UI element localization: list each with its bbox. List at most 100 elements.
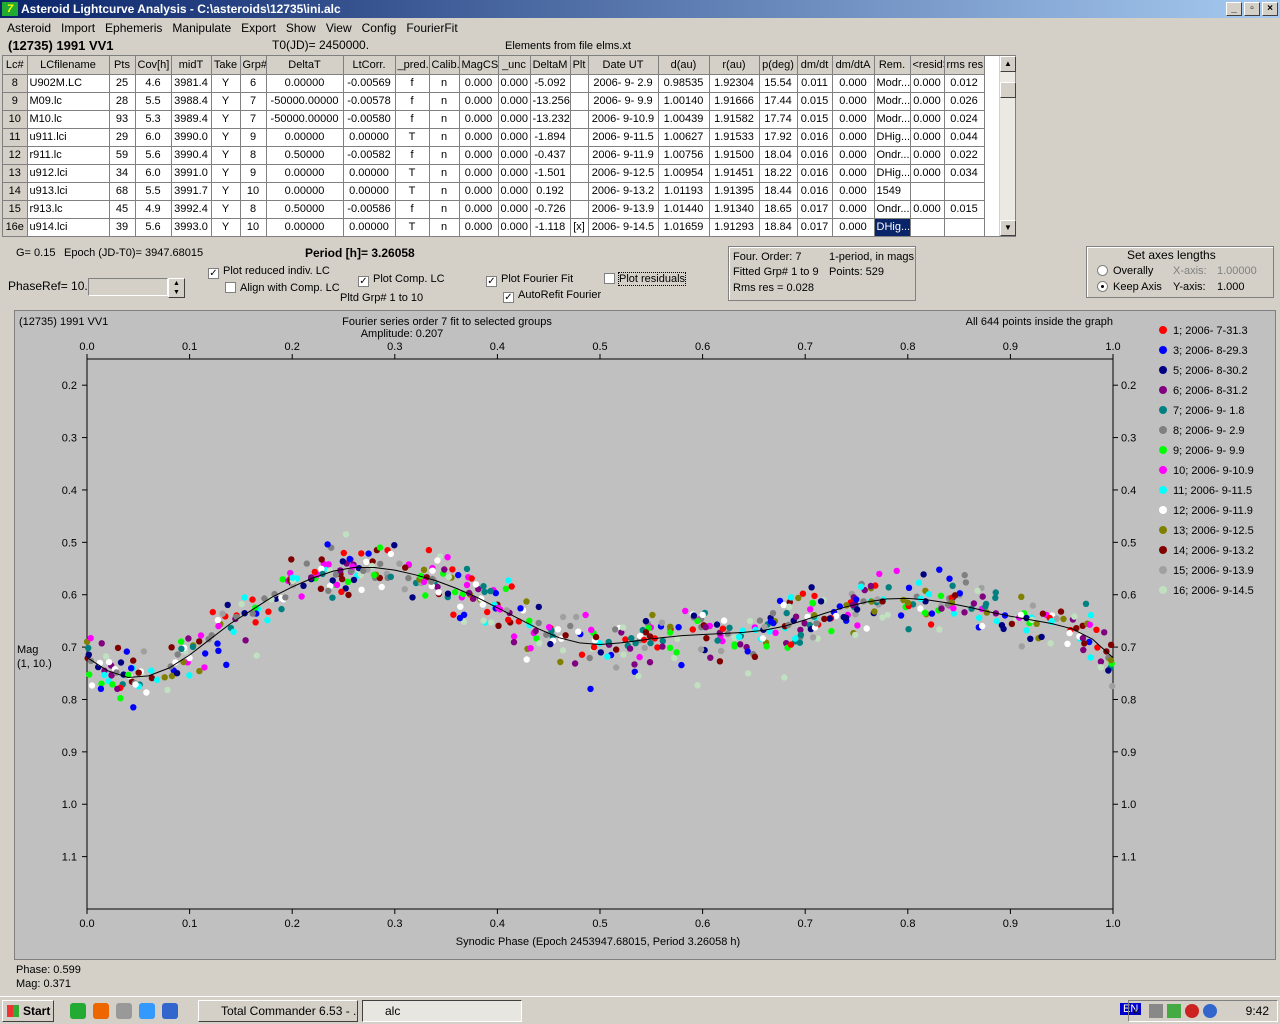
table-cell[interactable]: 3993.0 bbox=[171, 218, 212, 237]
table-cell[interactable]: 0.015 bbox=[797, 110, 833, 129]
y-axis-input[interactable]: 1.000 bbox=[1217, 281, 1245, 293]
table-cell[interactable]: 0.000 bbox=[459, 92, 499, 111]
table-cell[interactable]: Y bbox=[211, 164, 241, 183]
table-cell[interactable]: 0.000 bbox=[832, 92, 875, 111]
table-cell[interactable] bbox=[570, 146, 589, 165]
scroll-down-icon[interactable]: ▼ bbox=[1000, 220, 1016, 236]
firefox-icon[interactable] bbox=[93, 1003, 109, 1019]
table-cell[interactable]: 2006- 9- 9.9 bbox=[588, 92, 659, 111]
table-cell[interactable]: 25 bbox=[109, 74, 136, 93]
table-cell[interactable]: 0.000 bbox=[498, 92, 531, 111]
table-cell[interactable]: 0.000 bbox=[832, 74, 875, 93]
table-cell[interactable]: 0.000 bbox=[498, 218, 531, 237]
table-cell[interactable]: 0.00000 bbox=[266, 218, 344, 237]
table-cell[interactable]: 17.92 bbox=[759, 128, 798, 147]
table-cell[interactable]: 10 bbox=[240, 218, 267, 237]
table-cell[interactable] bbox=[570, 110, 589, 129]
tray-icon-2[interactable] bbox=[1167, 1004, 1181, 1018]
table-cell[interactable]: Y bbox=[211, 146, 241, 165]
table-cell[interactable]: 18.04 bbox=[759, 146, 798, 165]
table-cell[interactable]: -0.437 bbox=[530, 146, 571, 165]
table-cell[interactable]: 0.000 bbox=[910, 92, 945, 111]
table-cell[interactable] bbox=[570, 182, 589, 201]
table-cell[interactable]: 3988.4 bbox=[171, 92, 212, 111]
table-cell[interactable]: n bbox=[429, 182, 460, 201]
table-cell[interactable]: n bbox=[429, 218, 460, 237]
table-cell[interactable]: 1.01440 bbox=[658, 200, 710, 219]
table-cell[interactable] bbox=[570, 164, 589, 183]
table-cell[interactable]: 0.000 bbox=[832, 218, 875, 237]
table-cell[interactable]: 1.00140 bbox=[658, 92, 710, 111]
table-cell[interactable]: 3990.4 bbox=[171, 146, 212, 165]
plot-area[interactable] bbox=[86, 358, 1114, 910]
table-cell[interactable]: Y bbox=[211, 74, 241, 93]
table-cell[interactable] bbox=[944, 218, 985, 237]
minimize-button[interactable]: _ bbox=[1226, 2, 1242, 16]
table-cell[interactable] bbox=[910, 218, 945, 237]
table-cell[interactable]: r911.lc bbox=[27, 146, 110, 165]
table-cell[interactable]: 2006- 9-14.5 bbox=[588, 218, 659, 237]
table-cell[interactable]: 5.5 bbox=[135, 182, 172, 201]
menu-config[interactable]: Config bbox=[357, 21, 402, 35]
table-cell[interactable]: -0.00578 bbox=[343, 92, 396, 111]
table-cell[interactable]: Modr... bbox=[874, 74, 911, 93]
table-cell[interactable]: 11 bbox=[3, 128, 28, 147]
table-cell[interactable]: u912.lci bbox=[27, 164, 110, 183]
table-cell[interactable]: 0.016 bbox=[797, 146, 833, 165]
table-cell[interactable]: -0.00569 bbox=[343, 74, 396, 93]
table-cell[interactable]: 39 bbox=[109, 218, 136, 237]
table-cell[interactable]: -0.726 bbox=[530, 200, 571, 219]
table-cell[interactable]: Y bbox=[211, 128, 241, 147]
table-cell[interactable]: 13 bbox=[3, 164, 28, 183]
table-cell[interactable]: 1.91293 bbox=[709, 218, 760, 237]
col-header[interactable]: p(deg) bbox=[759, 56, 798, 75]
tray-icon-1[interactable] bbox=[1149, 1004, 1163, 1018]
table-cell[interactable]: 0.000 bbox=[459, 164, 499, 183]
table-cell[interactable]: 0.022 bbox=[944, 146, 985, 165]
table-cell[interactable]: 0.000 bbox=[498, 110, 531, 129]
table-cell[interactable]: 12 bbox=[3, 146, 28, 165]
table-cell[interactable]: 15.54 bbox=[759, 74, 798, 93]
close-button[interactable]: × bbox=[1262, 2, 1278, 16]
table-cell[interactable]: T bbox=[395, 218, 430, 237]
col-header[interactable]: DeltaT bbox=[266, 56, 344, 75]
table-cell[interactable]: 6.0 bbox=[135, 128, 172, 147]
table-cell[interactable]: 14 bbox=[3, 182, 28, 201]
table-cell[interactable]: 0.000 bbox=[459, 182, 499, 201]
table-cell[interactable]: 0.034 bbox=[944, 164, 985, 183]
table-cell[interactable] bbox=[570, 92, 589, 111]
table-cell[interactable]: 1.92304 bbox=[709, 74, 760, 93]
table-row[interactable]: 12 r911.lc 59 5.6 3990.4 Y 8 0.50000 -0.00582 f n 0… bbox=[3, 146, 985, 165]
table-cell[interactable]: f bbox=[395, 92, 430, 111]
table-cell[interactable]: f bbox=[395, 74, 430, 93]
table-cell[interactable]: 4.6 bbox=[135, 74, 172, 93]
lightcurve-plot[interactable]: (12735) 1991 VV1 Fourier series order 7 … bbox=[14, 310, 1276, 960]
menu-show[interactable]: Show bbox=[281, 21, 321, 35]
x-axis-input[interactable]: 1.00000 bbox=[1217, 265, 1257, 277]
table-cell[interactable]: 0.016 bbox=[797, 164, 833, 183]
table-cell[interactable]: u911.lci bbox=[27, 128, 110, 147]
table-cell[interactable]: 18.84 bbox=[759, 218, 798, 237]
col-header[interactable]: Pts bbox=[109, 56, 136, 75]
table-cell[interactable]: 7 bbox=[240, 110, 267, 129]
table-cell[interactable]: 0.00000 bbox=[343, 164, 396, 183]
table-cell[interactable]: 0.017 bbox=[797, 218, 833, 237]
table-cell[interactable]: 0.000 bbox=[910, 200, 945, 219]
table-cell[interactable]: 0.00000 bbox=[266, 74, 344, 93]
tray-icon-3[interactable] bbox=[1185, 1004, 1199, 1018]
table-cell[interactable]: 0.016 bbox=[797, 128, 833, 147]
table-cell[interactable]: 3990.0 bbox=[171, 128, 212, 147]
table-cell[interactable]: 1.01193 bbox=[658, 182, 710, 201]
table-cell[interactable]: 0.000 bbox=[459, 146, 499, 165]
table-cell[interactable]: 0.015 bbox=[797, 92, 833, 111]
table-cell[interactable]: 7 bbox=[240, 92, 267, 111]
plot-svg[interactable]: (12735) 1991 VV1 Fourier series order 7 … bbox=[15, 311, 1275, 959]
table-cell[interactable]: 0.011 bbox=[797, 74, 833, 93]
table-cell[interactable]: -1.894 bbox=[530, 128, 571, 147]
table-cell[interactable]: 0.026 bbox=[944, 92, 985, 111]
grid-scrollbar[interactable]: ▲ ▼ bbox=[999, 56, 1016, 236]
table-cell[interactable]: DHig... bbox=[874, 218, 911, 237]
col-header[interactable]: midT bbox=[171, 56, 212, 75]
col-header[interactable]: Lc# bbox=[3, 56, 28, 75]
table-cell[interactable]: 18.65 bbox=[759, 200, 798, 219]
